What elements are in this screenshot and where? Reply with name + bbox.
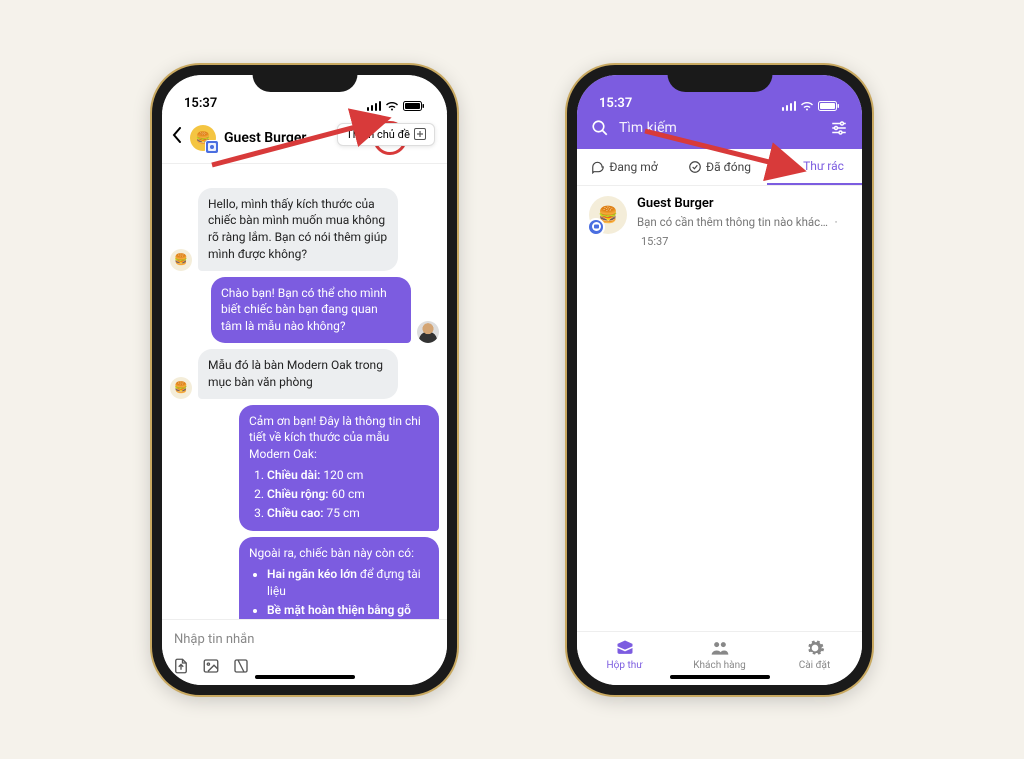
home-indicator	[670, 675, 770, 679]
tab-closed[interactable]: Đã đóng	[672, 149, 767, 185]
template-icon[interactable]	[232, 657, 250, 675]
message-in: Mẫu đó là bàn Modern Oak trong mục bàn v…	[198, 349, 398, 399]
inbox-icon	[615, 638, 635, 658]
nav-inbox[interactable]: Hộp thư	[577, 638, 672, 671]
message-text: Ngoài ra, chiếc bàn này còn có:	[249, 545, 429, 562]
tab-open[interactable]: Đang mở	[577, 149, 672, 185]
signal-icon	[367, 101, 382, 111]
message-in: Hello, mình thấy kích thước của chiếc bà…	[198, 188, 398, 271]
list-item-time: 15:37	[641, 235, 668, 248]
avatar[interactable]: 🍔	[190, 125, 216, 151]
phone-chat: 15:37 🍔 Guest Burger ⋮ Thêm ch	[152, 65, 457, 695]
nav-settings[interactable]: Cài đặt	[767, 638, 862, 671]
status-time: 15:37	[184, 96, 217, 111]
avatar: 🍔	[170, 377, 192, 399]
battery-icon	[818, 101, 840, 111]
channel-badge-icon	[587, 218, 605, 236]
send-file-icon[interactable]	[172, 657, 190, 675]
chat-body[interactable]: 🍔 Hello, mình thấy kích thước của chiếc …	[162, 164, 447, 619]
message-out: Ngoài ra, chiếc bàn này còn có: Hai ngăn…	[239, 537, 439, 618]
people-icon	[710, 638, 730, 658]
list-item[interactable]: 🍔 Guest Burger Bạn có cần thêm thông tin…	[577, 186, 862, 259]
back-icon[interactable]	[172, 127, 182, 148]
warning-icon	[785, 159, 799, 173]
status-time: 15:37	[599, 96, 632, 111]
signal-icon	[782, 101, 797, 111]
channel-badge-icon	[205, 140, 219, 154]
message-text: Cảm ơn bạn! Đây là thông tin chi tiết về…	[249, 413, 429, 463]
nav-customers[interactable]: Khách hàng	[672, 638, 767, 671]
tab-spam[interactable]: Thư rác	[767, 149, 862, 185]
message-input[interactable]: Nhập tin nhắn	[172, 628, 437, 657]
wifi-icon	[385, 101, 399, 111]
conversation-list[interactable]: 🍔 Guest Burger Bạn có cần thêm thông tin…	[577, 186, 862, 631]
check-icon	[688, 160, 702, 174]
home-indicator	[255, 675, 355, 679]
search-header: Tìm kiếm	[577, 113, 862, 149]
search-icon[interactable]	[591, 119, 609, 137]
message-out: Chào bạn! Bạn có thể cho mình biết chiếc…	[211, 277, 411, 343]
notch	[252, 65, 357, 92]
avatar	[417, 321, 439, 343]
chat-open-icon	[591, 160, 605, 174]
list-item-preview: Bạn có cần thêm thông tin nào khác…	[637, 215, 828, 229]
gear-icon	[805, 638, 825, 658]
battery-icon	[403, 101, 425, 111]
add-topic-icon	[414, 128, 426, 140]
tabs: Đang mở Đã đóng Thư rác	[577, 149, 862, 186]
filter-icon[interactable]	[830, 119, 848, 137]
notch	[667, 65, 772, 92]
wifi-icon	[800, 101, 814, 111]
add-topic-chip[interactable]: Thêm chủ đề	[337, 123, 435, 146]
image-icon[interactable]	[202, 657, 220, 675]
phone-list: 15:37 Tìm kiếm Đang mở Đã đóng	[567, 65, 872, 695]
search-input[interactable]: Tìm kiếm	[619, 120, 820, 136]
avatar: 🍔	[589, 196, 627, 234]
message-out: Cảm ơn bạn! Đây là thông tin chi tiết về…	[239, 405, 439, 532]
add-topic-label: Thêm chủ đề	[346, 128, 410, 141]
list-item-name: Guest Burger	[637, 196, 850, 211]
avatar: 🍔	[170, 249, 192, 271]
